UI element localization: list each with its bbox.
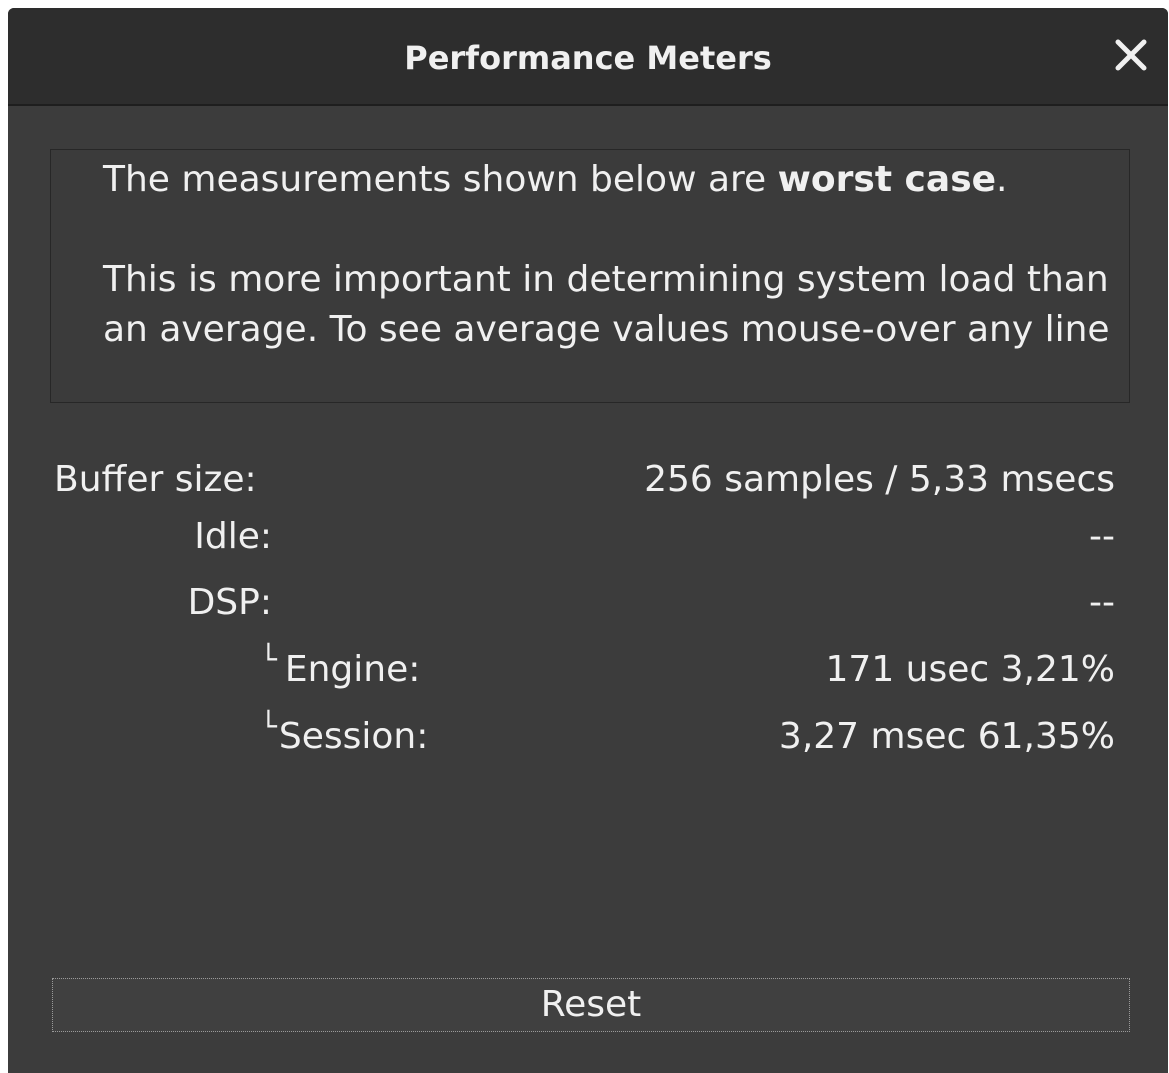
title-bar: Performance Meters <box>8 8 1168 106</box>
buffer-size-label: Buffer size: <box>54 459 257 500</box>
notice-bold: worst case <box>777 159 997 200</box>
idle-value: -- <box>1089 516 1115 557</box>
close-icon <box>1115 39 1147 71</box>
window-title: Performance Meters <box>404 39 772 77</box>
reset-button[interactable]: Reset <box>52 978 1130 1032</box>
notice-line-2: This is more important in determining sy… <box>103 259 1110 350</box>
tree-branch-icon: └ <box>260 643 277 676</box>
worst-case-notice: The measurements shown below are worst c… <box>50 149 1130 403</box>
session-value: 3,27 msec 61,35% <box>778 716 1115 757</box>
dsp-value: -- <box>1089 582 1115 623</box>
close-button[interactable] <box>1112 36 1152 76</box>
notice-suffix: . <box>996 159 1008 200</box>
engine-label: Engine: <box>284 649 421 690</box>
dsp-label: DSP: <box>187 582 272 623</box>
idle-label: Idle: <box>194 516 272 557</box>
performance-meters-window: Performance Meters The measurements show… <box>8 8 1168 1073</box>
session-label-group: └Session: <box>260 710 429 761</box>
buffer-size-value: 256 samples / 5,33 msecs <box>644 459 1115 500</box>
tree-branch-icon: └ <box>260 710 277 743</box>
engine-value: 171 usec 3,21% <box>825 649 1115 690</box>
engine-label-group: └ Engine: <box>260 643 421 694</box>
notice-prefix: The measurements shown below are <box>103 159 778 200</box>
notice-line-1: The measurements shown below are worst c… <box>103 155 1007 205</box>
session-label: Session: <box>278 716 429 757</box>
